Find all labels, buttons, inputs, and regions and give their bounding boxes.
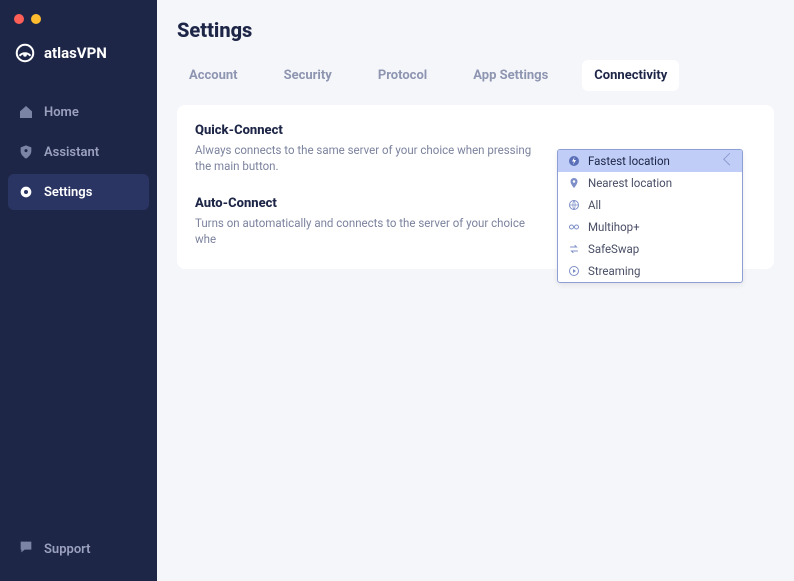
setting-description: Always connects to the same server of yo… [195, 142, 545, 174]
dropdown-option-label: Multihop+ [588, 220, 640, 234]
sidebar-item-home[interactable]: Home [8, 94, 149, 130]
sidebar-item-label: Home [44, 105, 79, 120]
dropdown-option-multihop[interactable]: Multihop+ [558, 216, 742, 238]
sidebar: atlasVPN Home Assistant Settings Support [0, 0, 157, 581]
multihop-icon [568, 221, 580, 233]
tab-account[interactable]: Account [177, 60, 250, 91]
sidebar-item-assistant[interactable]: Assistant [8, 134, 149, 170]
dropdown-option-all[interactable]: All [558, 194, 742, 216]
support-label: Support [44, 542, 91, 557]
chat-bubble-icon [18, 539, 34, 559]
main-content: Settings Account Security Protocol App S… [157, 0, 794, 581]
brand-name: atlasVPN [44, 44, 107, 62]
tab-protocol[interactable]: Protocol [366, 60, 439, 91]
dropdown-option-label: Fastest location [588, 154, 670, 168]
sidebar-nav: Home Assistant Settings [8, 94, 149, 210]
close-window-button[interactable] [14, 14, 24, 24]
dropdown-option-fastest-location[interactable]: Fastest location [558, 150, 742, 172]
tab-connectivity[interactable]: Connectivity [582, 60, 679, 91]
dropdown-option-label: Streaming [588, 264, 640, 278]
tab-security[interactable]: Security [272, 60, 344, 91]
home-icon [18, 104, 34, 120]
dropdown-option-label: Nearest location [588, 176, 672, 190]
brand: atlasVPN [8, 36, 149, 94]
quick-connect-dropdown[interactable]: Fastest location Nearest location All Mu… [557, 149, 743, 283]
sidebar-item-label: Settings [44, 185, 92, 200]
minimize-window-button[interactable] [31, 14, 41, 24]
sidebar-item-settings[interactable]: Settings [8, 174, 149, 210]
dropdown-option-label: All [588, 198, 601, 212]
page-title: Settings [177, 18, 774, 42]
window-controls [8, 10, 149, 36]
swap-icon [568, 243, 580, 255]
dropdown-option-nearest-location[interactable]: Nearest location [558, 172, 742, 194]
play-icon [568, 265, 580, 277]
tab-app-settings[interactable]: App Settings [461, 60, 560, 91]
dropdown-option-streaming[interactable]: Streaming [558, 260, 742, 282]
globe-icon [568, 199, 580, 211]
settings-tabs: Account Security Protocol App Settings C… [177, 60, 774, 91]
dropdown-option-label: SafeSwap [588, 242, 639, 256]
sidebar-item-label: Assistant [44, 145, 99, 160]
gear-icon [18, 184, 34, 200]
shield-user-icon [18, 144, 34, 160]
setting-description: Turns on automatically and connects to t… [195, 215, 545, 247]
atlasvpn-logo-icon [14, 42, 36, 64]
sidebar-item-support[interactable]: Support [8, 529, 149, 571]
location-pin-icon [568, 177, 580, 189]
bolt-icon [568, 155, 580, 167]
dropdown-option-safeswap[interactable]: SafeSwap [558, 238, 742, 260]
setting-title: Quick-Connect [195, 123, 756, 138]
